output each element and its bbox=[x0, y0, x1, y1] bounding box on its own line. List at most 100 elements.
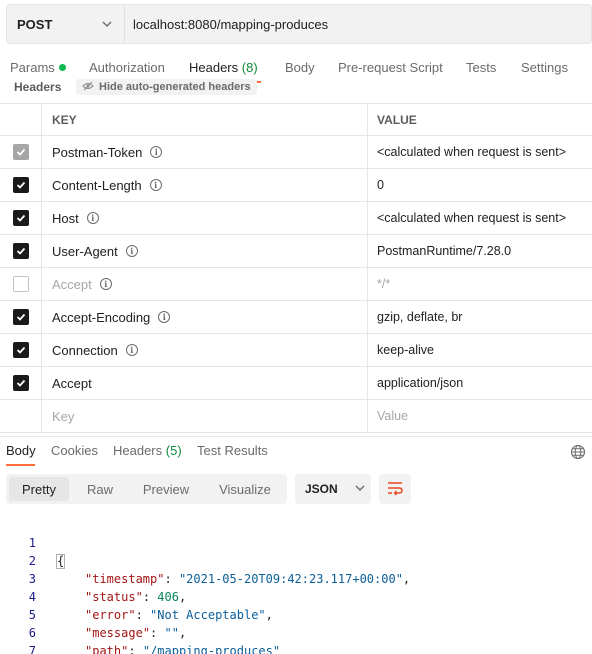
key-text: Host bbox=[52, 210, 79, 226]
row-value[interactable]: <calculated when request is sent> bbox=[368, 202, 592, 234]
url-input[interactable]: localhost:8080/mapping-produces bbox=[125, 17, 328, 32]
table-row: User-Agent i PostmanRuntime/7.28.0 bbox=[0, 235, 592, 268]
key-text: Postman-Token bbox=[52, 144, 143, 160]
key-text: Accept bbox=[52, 375, 92, 391]
row-checkbox[interactable] bbox=[12, 243, 29, 259]
tab-label: Headers bbox=[113, 443, 163, 458]
info-icon[interactable]: i bbox=[149, 179, 162, 191]
row-value[interactable]: <calculated when request is sent> bbox=[368, 136, 592, 168]
row-value[interactable]: */* bbox=[368, 268, 592, 300]
tab-label: Params bbox=[10, 60, 55, 75]
method-label: POST bbox=[17, 16, 53, 32]
column-value: VALUE bbox=[377, 112, 417, 127]
code-line: 7 } bbox=[0, 624, 592, 654]
row-key[interactable]: Content-Length i bbox=[42, 169, 368, 201]
info-icon[interactable]: i bbox=[150, 146, 163, 158]
tab-headers[interactable]: Headers (8) bbox=[189, 60, 258, 75]
row-key[interactable]: User-Agent i bbox=[42, 235, 368, 267]
key-text: Content-Length bbox=[52, 177, 142, 193]
tab-tests[interactable]: Tests bbox=[466, 60, 496, 75]
row-checkbox[interactable] bbox=[12, 276, 29, 292]
eye-off-icon bbox=[82, 81, 94, 94]
row-checkbox[interactable] bbox=[12, 144, 29, 160]
new-key-input[interactable]: Key bbox=[42, 400, 368, 432]
row-key[interactable]: Accept bbox=[42, 367, 368, 399]
json-key: path bbox=[92, 644, 122, 654]
row-checkbox[interactable] bbox=[12, 210, 29, 226]
row-key[interactable]: Connection i bbox=[42, 334, 368, 366]
code-line: 3 "status": 406, bbox=[0, 552, 592, 604]
key-text: User-Agent bbox=[52, 243, 118, 259]
row-checkbox[interactable] bbox=[12, 309, 29, 325]
new-header-row: Key Value bbox=[0, 400, 592, 433]
view-mode-segment: Pretty Raw Preview Visualize bbox=[6, 474, 287, 504]
row-checkbox[interactable] bbox=[12, 177, 29, 193]
chevron-down-icon bbox=[100, 17, 114, 31]
tab-test-results[interactable]: Test Results bbox=[197, 443, 268, 458]
row-key[interactable]: Postman-Token i bbox=[42, 136, 368, 168]
tab-pre-request-script[interactable]: Pre-request Script bbox=[338, 60, 443, 75]
column-key: KEY bbox=[42, 104, 368, 135]
view-preview-button[interactable]: Preview bbox=[131, 477, 201, 501]
json-link-value[interactable]: /mapping-produces bbox=[150, 644, 273, 654]
row-value[interactable]: gzip, deflate, br bbox=[368, 301, 592, 333]
params-status-dot bbox=[58, 64, 66, 72]
view-pretty-button[interactable]: Pretty bbox=[9, 477, 69, 501]
chevron-down-icon bbox=[354, 482, 366, 497]
code-line: 4 "error": "Not Acceptable", bbox=[0, 570, 592, 622]
info-icon[interactable]: i bbox=[125, 245, 138, 257]
code-line: 1 { bbox=[0, 516, 592, 569]
tab-response-headers[interactable]: Headers (5) bbox=[113, 443, 182, 458]
code-line: 2 "timestamp": "2021-05-20T09:42:23.117+… bbox=[0, 534, 592, 586]
headers-subbar: Headers Hide auto-generated headers bbox=[0, 78, 592, 98]
row-value[interactable]: 0 bbox=[368, 169, 592, 201]
key-text: Connection bbox=[52, 342, 118, 358]
info-icon[interactable]: i bbox=[125, 344, 138, 356]
table-row: Accept i */* bbox=[0, 268, 592, 301]
line-number: 7 bbox=[28, 644, 36, 654]
format-label: JSON bbox=[305, 482, 338, 496]
tab-settings[interactable]: Settings bbox=[521, 60, 568, 75]
table-row: Accept application/json bbox=[0, 367, 592, 400]
headers-table: KEY VALUE Postman-Token i <calculated whe… bbox=[0, 103, 592, 433]
wrap-lines-icon bbox=[386, 480, 404, 499]
active-tab-underline bbox=[6, 464, 35, 466]
wrap-lines-button[interactable] bbox=[379, 474, 411, 504]
view-raw-button[interactable]: Raw bbox=[72, 477, 128, 501]
info-icon[interactable]: i bbox=[158, 311, 171, 323]
format-select[interactable]: JSON bbox=[295, 474, 371, 504]
row-checkbox[interactable] bbox=[12, 375, 29, 391]
request-bar: POST localhost:8080/mapping-produces bbox=[6, 4, 592, 44]
tab-response-body[interactable]: Body bbox=[6, 443, 36, 458]
tab-params[interactable]: Params bbox=[10, 60, 66, 75]
tab-body[interactable]: Body bbox=[285, 60, 315, 75]
tab-count: (8) bbox=[241, 60, 258, 75]
hide-auto-label: Hide auto-generated headers bbox=[99, 81, 251, 93]
table-header-row: KEY VALUE bbox=[0, 103, 592, 136]
row-value[interactable]: application/json bbox=[368, 367, 592, 399]
row-value[interactable]: keep-alive bbox=[368, 334, 592, 366]
tab-authorization[interactable]: Authorization bbox=[89, 60, 165, 75]
tab-count: (5) bbox=[165, 443, 182, 458]
code-line: 6 "path": "/mapping-produces" bbox=[0, 606, 592, 654]
row-key[interactable]: Accept i bbox=[42, 268, 368, 300]
hide-auto-headers-button[interactable]: Hide auto-generated headers bbox=[76, 79, 257, 95]
row-value[interactable]: PostmanRuntime/7.28.0 bbox=[368, 235, 592, 267]
key-text: Accept bbox=[52, 276, 92, 292]
view-visualize-button[interactable]: Visualize bbox=[206, 477, 284, 501]
globe-icon[interactable] bbox=[570, 444, 586, 463]
row-checkbox[interactable] bbox=[12, 342, 29, 358]
response-body-code[interactable]: 1 { 2 "timestamp": "2021-05-20T09:42:23.… bbox=[0, 516, 592, 654]
info-icon[interactable]: i bbox=[86, 212, 99, 224]
tab-cookies[interactable]: Cookies bbox=[51, 443, 98, 458]
empty-checkbox-cell bbox=[0, 400, 42, 432]
info-icon[interactable]: i bbox=[99, 278, 112, 290]
code-line: 5 "message": "", bbox=[0, 588, 592, 640]
row-key[interactable]: Host i bbox=[42, 202, 368, 234]
table-row: Connection i keep-alive bbox=[0, 334, 592, 367]
new-value-input[interactable]: Value bbox=[368, 400, 592, 432]
table-row: Content-Length i 0 bbox=[0, 169, 592, 202]
row-key[interactable]: Accept-Encoding i bbox=[42, 301, 368, 333]
method-select[interactable]: POST bbox=[7, 5, 125, 43]
table-row: Host i <calculated when request is sent> bbox=[0, 202, 592, 235]
